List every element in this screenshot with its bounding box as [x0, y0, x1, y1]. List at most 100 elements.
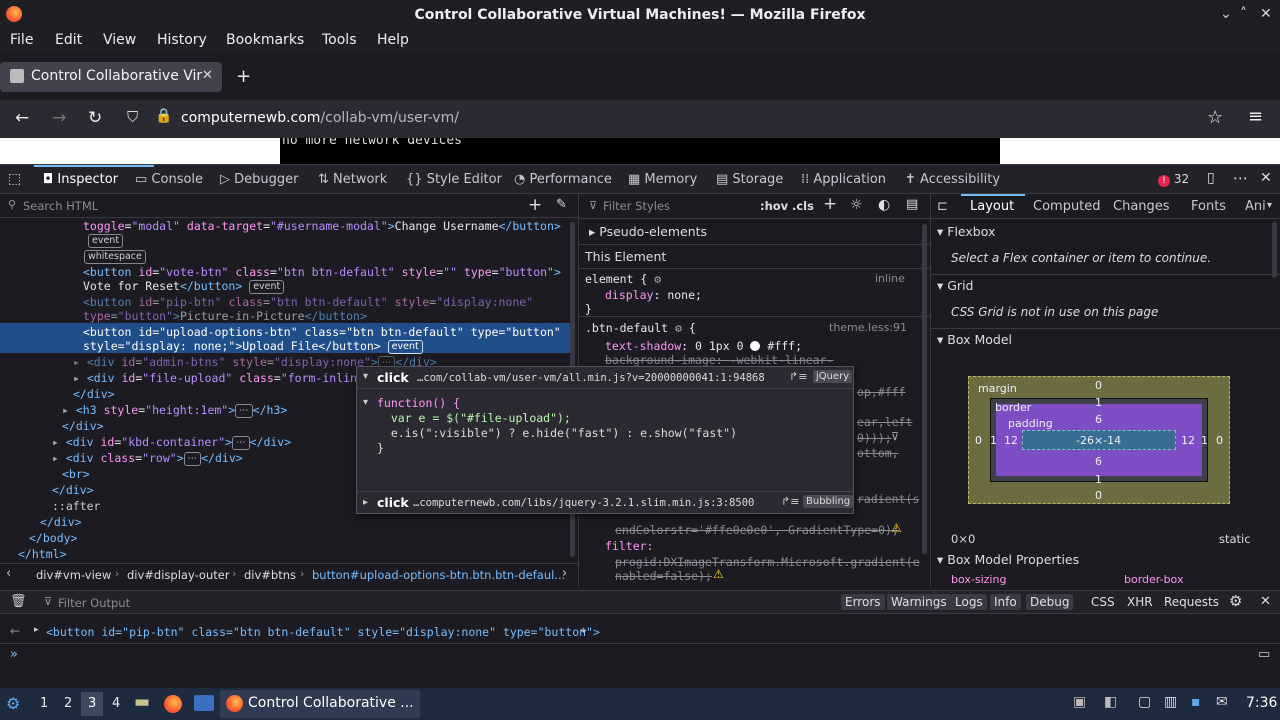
markup-line[interactable]: ▸ <div class="row"> ⋯ </div>	[52, 451, 243, 466]
toggle-sidebar-icon[interactable]: ⊏	[937, 199, 948, 214]
firefox-launcher-icon[interactable]	[164, 695, 182, 713]
box-sizing-value[interactable]: border-box	[1124, 573, 1183, 586]
menu-bookmarks[interactable]: Bookmarks	[226, 32, 304, 48]
event-source-link[interactable]: …computernewb.com/libs/jquery-3.2.1.slim…	[413, 497, 754, 509]
color-swatch[interactable]	[750, 341, 761, 351]
event-type[interactable]: click	[377, 370, 409, 385]
debug-icon[interactable]: ↱≡	[789, 370, 807, 383]
cls-toggle[interactable]: .cls	[792, 199, 814, 213]
btn-default-selector[interactable]: .btn-default ⚙ {	[585, 321, 696, 335]
grid-section-toggle[interactable]: ▾ Grid	[937, 278, 973, 293]
tray-clipboard-icon[interactable]: ▣	[1073, 694, 1086, 710]
markup-line[interactable]: ::after	[52, 499, 100, 513]
css-declaration-overridden[interactable]: background-image: -webkit-linear-	[605, 353, 833, 367]
margin-top-value[interactable]: 0	[1095, 379, 1102, 392]
event-badge[interactable]: event	[88, 233, 124, 248]
filter-errors[interactable]: Errors	[841, 594, 885, 610]
css-declaration-overridden[interactable]: progid:DXImageTransform.Microsoft.gradie…	[615, 555, 920, 569]
markup-line[interactable]: toggle="modal" data-target="#username-mo…	[83, 219, 561, 233]
markup-line[interactable]: ▸ <div id="file-upload" class="form-inli…	[73, 371, 371, 385]
start-menu-icon[interactable]: ⚙	[6, 694, 20, 713]
filter-styles-input[interactable]: Filter Styles	[603, 199, 670, 213]
maximize-icon[interactable]: ˄	[1240, 6, 1247, 22]
layout-scrollbar[interactable]	[1272, 222, 1277, 278]
eyedropper-icon[interactable]: ✎	[556, 197, 567, 212]
console-output-text[interactable]: <button id="pip-btn" class="btn btn-defa…	[46, 625, 600, 639]
padding-left-value[interactable]: 12	[1004, 434, 1018, 447]
menu-help[interactable]: Help	[377, 32, 409, 48]
breadcrumb-item-active[interactable]: button#upload-options-btn.btn.btn-defaul…	[312, 568, 565, 582]
tray-network-icon[interactable]: ▥	[1164, 694, 1177, 710]
new-tab-icon[interactable]: +	[236, 66, 251, 87]
markup-line[interactable]: </html>	[18, 547, 66, 561]
add-rule-icon[interactable]: +	[823, 194, 837, 214]
print-media-icon[interactable]: ▤	[906, 197, 918, 212]
event-type[interactable]: click	[377, 495, 409, 510]
css-declaration[interactable]: filter:	[605, 539, 653, 553]
tab-application[interactable]: ⁞⁞ Application	[801, 172, 886, 187]
filter-output-input[interactable]: Filter Output	[58, 596, 130, 610]
expand-icon[interactable]: ▸	[52, 451, 66, 465]
markup-line[interactable]: <button id="pip-btn" class="btn btn-defa…	[83, 295, 533, 309]
tab-memory[interactable]: ▦ Memory	[628, 172, 697, 187]
console-input[interactable]: » ▭	[0, 644, 1280, 668]
tab-debugger[interactable]: ▷ Debugger	[220, 172, 299, 187]
markup-line[interactable]: <br>	[62, 467, 90, 481]
filter-debug[interactable]: Debug	[1026, 594, 1074, 610]
border-bottom-value[interactable]: 1	[1095, 473, 1102, 486]
menu-view[interactable]: View	[103, 32, 136, 48]
terminal-icon[interactable]	[194, 695, 214, 711]
expand-icon[interactable]: ▸	[73, 355, 87, 369]
css-declaration-overridden[interactable]: endColorstr='#ffe0e0e0', GradientType=0)…	[615, 523, 899, 537]
box-model-section-toggle[interactable]: ▾ Box Model	[937, 332, 1012, 347]
border-right-value[interactable]: 1	[1201, 434, 1208, 447]
console-settings-icon[interactable]: ⚙	[1229, 592, 1242, 610]
light-theme-icon[interactable]: ☼	[850, 197, 863, 213]
markup-line[interactable]: </div>	[52, 483, 94, 497]
shield-icon[interactable]: ⛉	[127, 108, 138, 126]
border-top-value[interactable]: 1	[1095, 396, 1102, 409]
close-window-icon[interactable]: ✕	[1260, 6, 1272, 22]
workspace-3[interactable]: 3	[88, 696, 96, 711]
breadcrumb-item[interactable]: div#vm-view	[36, 568, 111, 582]
tab-performance[interactable]: ◔ Performance	[514, 172, 612, 187]
menu-tools[interactable]: Tools	[322, 32, 357, 48]
add-node-icon[interactable]: +	[528, 195, 542, 215]
markup-line[interactable]: </div>	[40, 515, 82, 529]
markup-line[interactable]: </div>	[62, 419, 104, 433]
inspect-node-icon[interactable]: ⌖	[580, 623, 587, 638]
workspace-2[interactable]: 2	[64, 696, 72, 711]
markup-line[interactable]: <button id="vote-btn" class="btn btn-def…	[83, 265, 561, 279]
vm-display[interactable]: no more network devices	[280, 138, 1000, 164]
dark-theme-icon[interactable]: ◐	[878, 197, 890, 213]
box-model-properties-toggle[interactable]: ▾ Box Model Properties	[937, 552, 1079, 567]
breadcrumb-next-icon[interactable]: ›	[562, 566, 567, 581]
margin-bottom-value[interactable]: 0	[1095, 489, 1102, 502]
menu-edit[interactable]: Edit	[55, 32, 82, 48]
filter-info[interactable]: Info	[990, 594, 1021, 610]
tab-storage[interactable]: ▤ Storage	[716, 172, 783, 187]
tab-animations[interactable]: Ani	[1245, 199, 1266, 214]
expand-icon[interactable]: ▸	[73, 371, 87, 385]
tray-mail-icon[interactable]: ✉	[1216, 694, 1228, 710]
tray-audio-icon[interactable]: ◧	[1104, 694, 1117, 710]
url-text[interactable]: computernewb.com/collab-vm/user-vm/	[181, 110, 459, 126]
tab-computed[interactable]: Computed	[1033, 199, 1101, 214]
back-icon[interactable]: ←	[15, 108, 29, 128]
search-html-input[interactable]: Search HTML	[23, 199, 98, 213]
minimize-icon[interactable]: ⌄	[1220, 6, 1232, 22]
element-picker-icon[interactable]: ⬚	[8, 171, 21, 187]
bookmark-star-icon[interactable]: ☆	[1207, 107, 1223, 128]
tab-style-editor[interactable]: {} Style Editor	[406, 172, 502, 187]
markup-line[interactable]: Vote for Reset</button> event	[83, 279, 285, 294]
tab-console[interactable]: ▭ Console	[135, 172, 203, 187]
markup-line[interactable]: type="button">Picture-in-Picture</button…	[83, 309, 367, 323]
filter-warnings[interactable]: Warnings	[887, 594, 951, 610]
lock-icon[interactable]: 🔒	[155, 108, 172, 124]
error-count[interactable]: ! 32	[1158, 172, 1189, 187]
tab-layout[interactable]: Layout	[970, 199, 1014, 214]
markup-line-selected[interactable]: style="display: none;">Upload File</butt…	[83, 339, 423, 354]
tab-fonts[interactable]: Fonts	[1191, 199, 1226, 214]
tab-inspector[interactable]: ◘ Inspector	[43, 172, 118, 187]
trash-icon[interactable]: 🗑	[10, 594, 27, 609]
